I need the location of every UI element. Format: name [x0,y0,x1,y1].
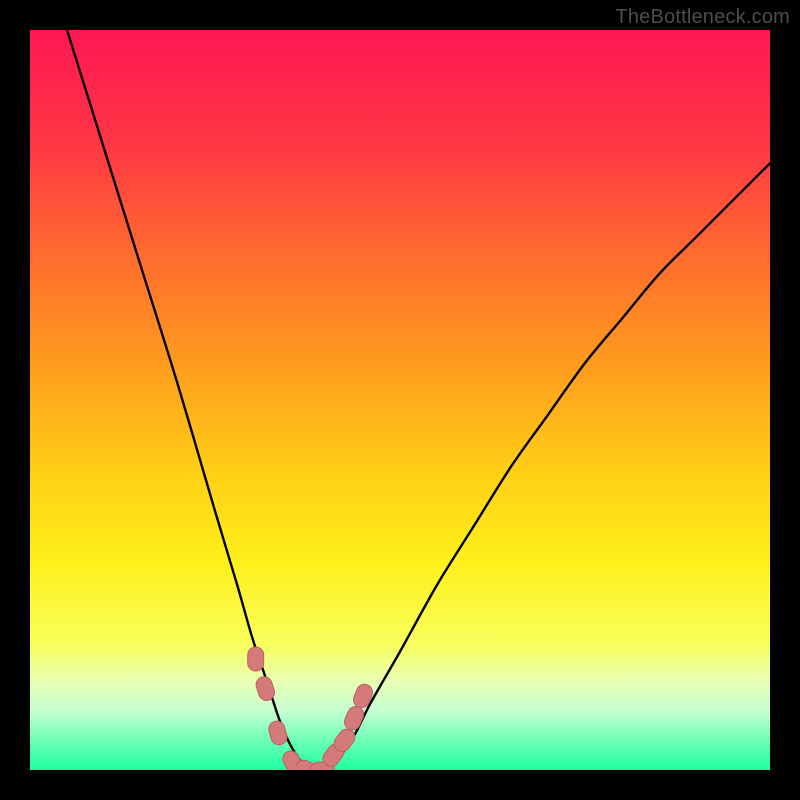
chart-frame: TheBottleneck.com [0,0,800,800]
marker-point [267,719,289,746]
watermark-text: TheBottleneck.com [615,6,790,29]
marker-point [248,647,264,671]
marker-point [351,682,375,710]
marker-point [342,704,366,732]
curve-layer [30,30,770,770]
plot-area [30,30,770,770]
marker-group [248,647,375,770]
bottleneck-curve [67,30,770,770]
